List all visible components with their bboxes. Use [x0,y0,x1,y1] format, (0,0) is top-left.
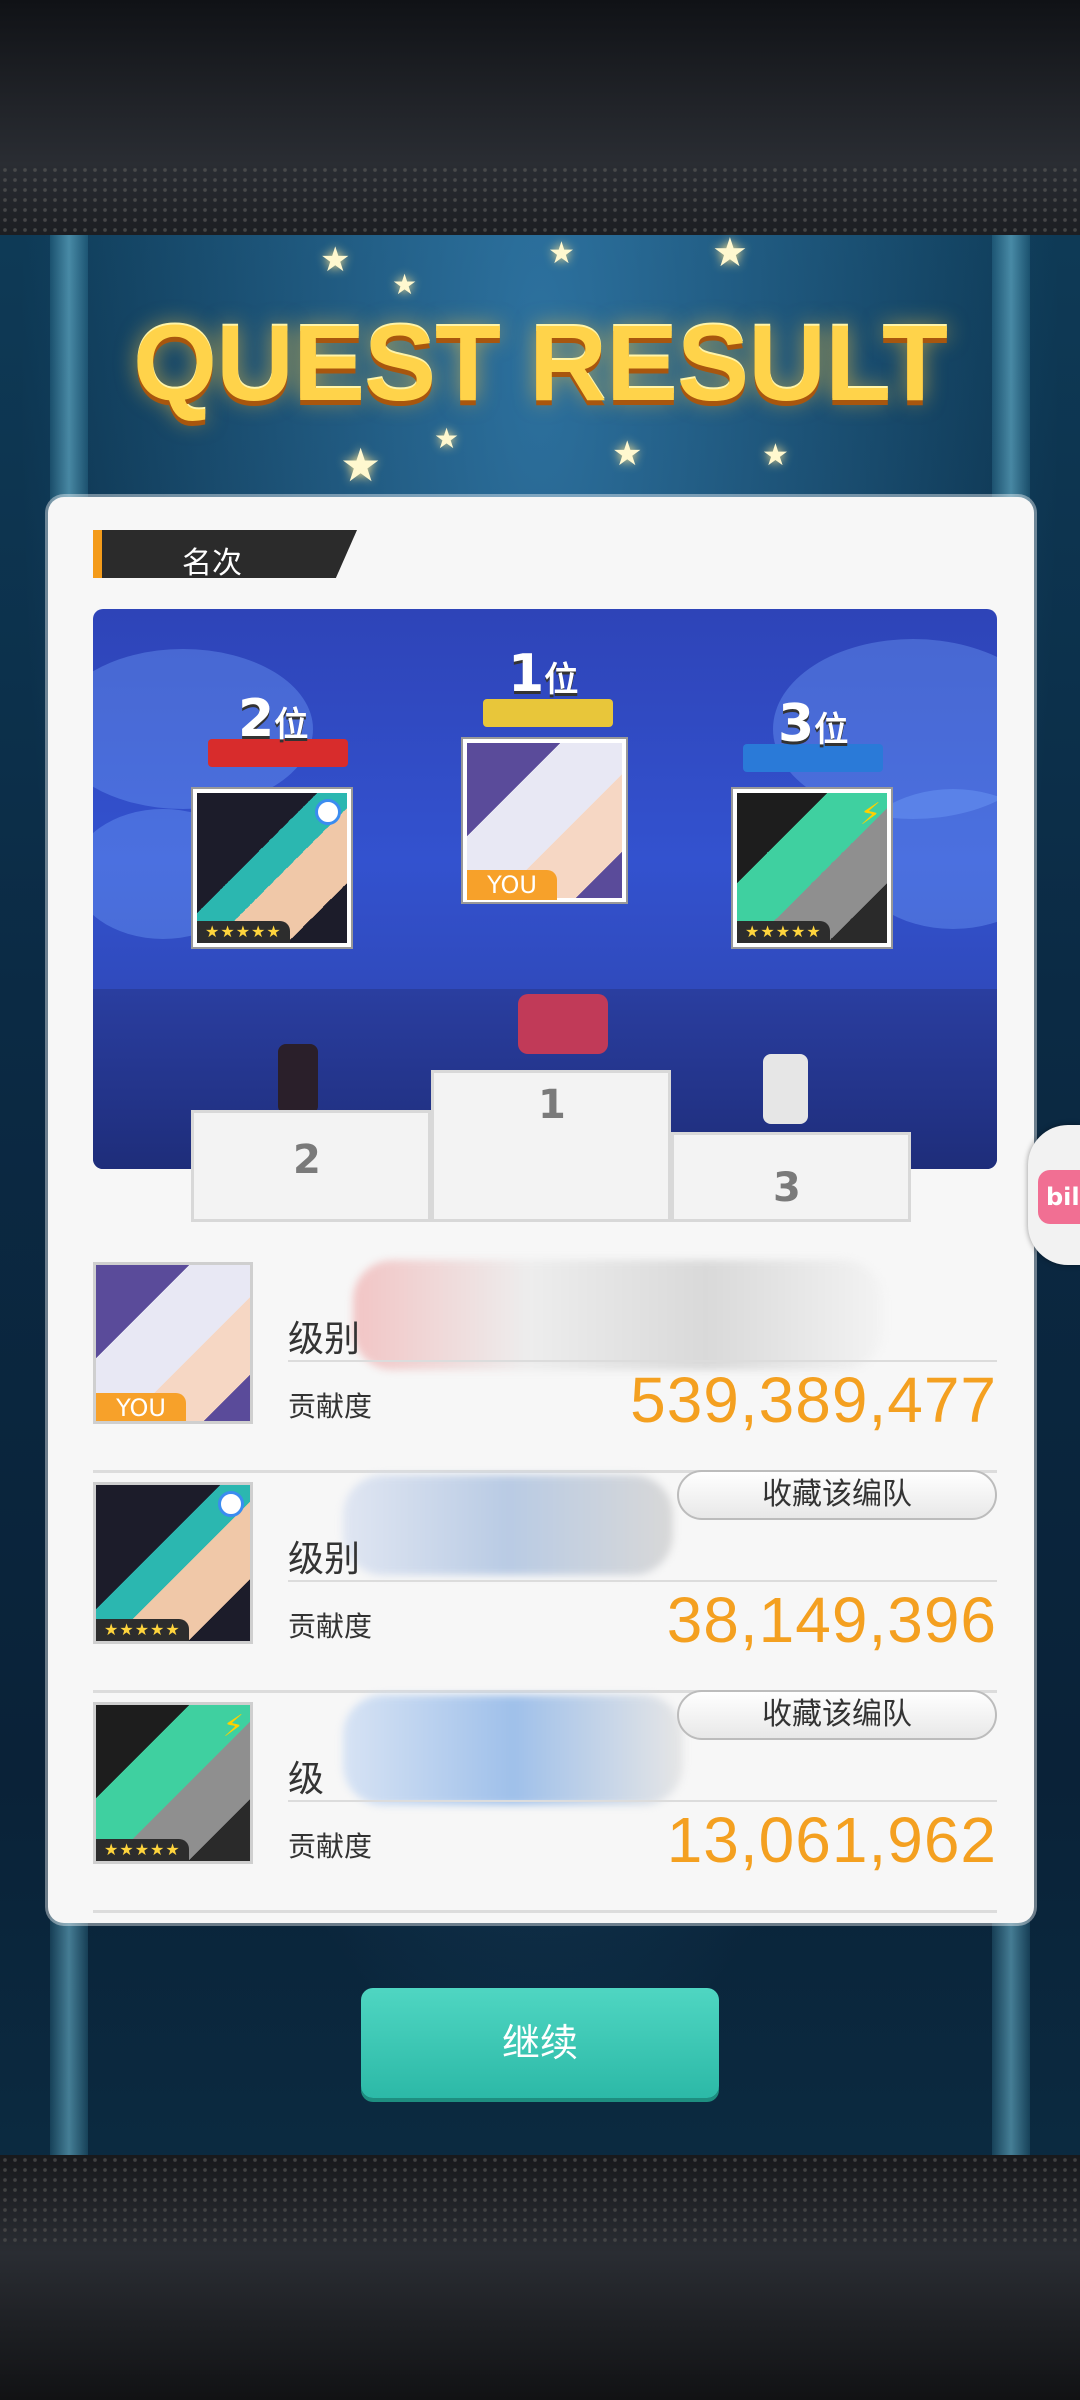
character-avatar: ★★★★★ [93,1482,253,1644]
sparkle-icon: ★ [762,438,789,473]
bottom-band [0,2155,1080,2400]
character-sprite [278,1044,318,1114]
save-team-button[interactable]: 收藏该编队 [677,1470,997,1520]
you-tag: YOU [96,1393,186,1421]
pedestal-label: 3 [773,1165,801,1211]
contribution-value: 38,149,396 [666,1584,997,1656]
sparkle-icon: ★ [340,438,382,492]
rank-number: 1 [508,644,545,704]
lightning-element-icon: ⚡ [859,797,881,832]
results-panel: 名次 2位 ★★★★★ 1位 YOU 3位 ⚡ ★★★★★ 2 1 3 YOU … [48,497,1034,1923]
save-team-button[interactable]: 收藏该编队 [677,1690,997,1740]
pedestal-label: 2 [293,1137,321,1183]
rank-suffix: 位 [814,710,849,750]
rank-number: 2 [238,689,275,749]
sparkle-icon: ★ [548,236,575,271]
level-label: 级 [288,1759,325,1800]
section-tag: 名次 [93,530,357,578]
result-row: ⚡ ★★★★★ 级 收藏该编队 贡献度 13,061,962 [93,1690,997,1913]
character-avatar: YOU [93,1262,253,1424]
sparkle-icon: ★ [712,230,748,276]
water-element-icon [218,1491,244,1517]
redacted-name [343,1475,673,1575]
redacted-name [343,1695,683,1805]
contribution-label: 贡献度 [288,1610,373,1643]
rarity-stars: ★★★★★ [737,921,830,943]
section-tag-label: 名次 [182,546,242,581]
rank-number: 3 [778,694,815,754]
quest-result-title: QUEST RESULT [132,302,948,423]
bili-label: bili [1038,1170,1080,1224]
rank-3-card: ⚡ ★★★★★ [733,789,891,947]
you-tag: YOU [467,870,557,900]
rank-1-label: 1位 [508,644,578,704]
lightning-element-icon: ⚡ [222,1709,244,1744]
rank-suffix: 位 [274,705,309,745]
pedestal-label: 1 [538,1082,566,1128]
sparkle-icon: ★ [434,422,460,455]
contribution-label: 贡献度 [288,1390,373,1423]
rank-2-label: 2位 [238,689,308,749]
top-band [0,0,1080,235]
rank-2-card: ★★★★★ [193,789,351,947]
character-avatar: ⚡ ★★★★★ [93,1702,253,1864]
sparkle-icon: ★ [320,240,351,280]
continue-button[interactable]: 继续 [361,1988,719,2098]
floating-bili-button[interactable]: bili [1028,1125,1080,1265]
redacted-name [353,1260,883,1370]
sparkle-icon: ★ [612,434,643,474]
contribution-value: 539,389,477 [630,1364,997,1436]
rank-3-label: 3位 [778,694,848,754]
rarity-stars: ★★★★★ [96,1839,189,1861]
rank-1-card: YOU [463,739,626,902]
sparkle-icon: ★ [392,268,418,301]
level-label: 级别 [288,1539,361,1580]
rank-suffix: 位 [544,660,579,700]
result-row: YOU 级别 贡献度 539,389,477 [93,1255,997,1473]
level-label: 级别 [288,1319,361,1360]
character-sprite [763,1054,808,1124]
contribution-value: 13,061,962 [666,1804,997,1876]
result-row: ★★★★★ 级别 收藏该编队 贡献度 38,149,396 [93,1470,997,1693]
contribution-label: 贡献度 [288,1830,373,1863]
rarity-stars: ★★★★★ [197,921,290,943]
character-sprite [518,994,608,1054]
rarity-stars: ★★★★★ [96,1619,189,1641]
water-element-icon [315,799,341,825]
